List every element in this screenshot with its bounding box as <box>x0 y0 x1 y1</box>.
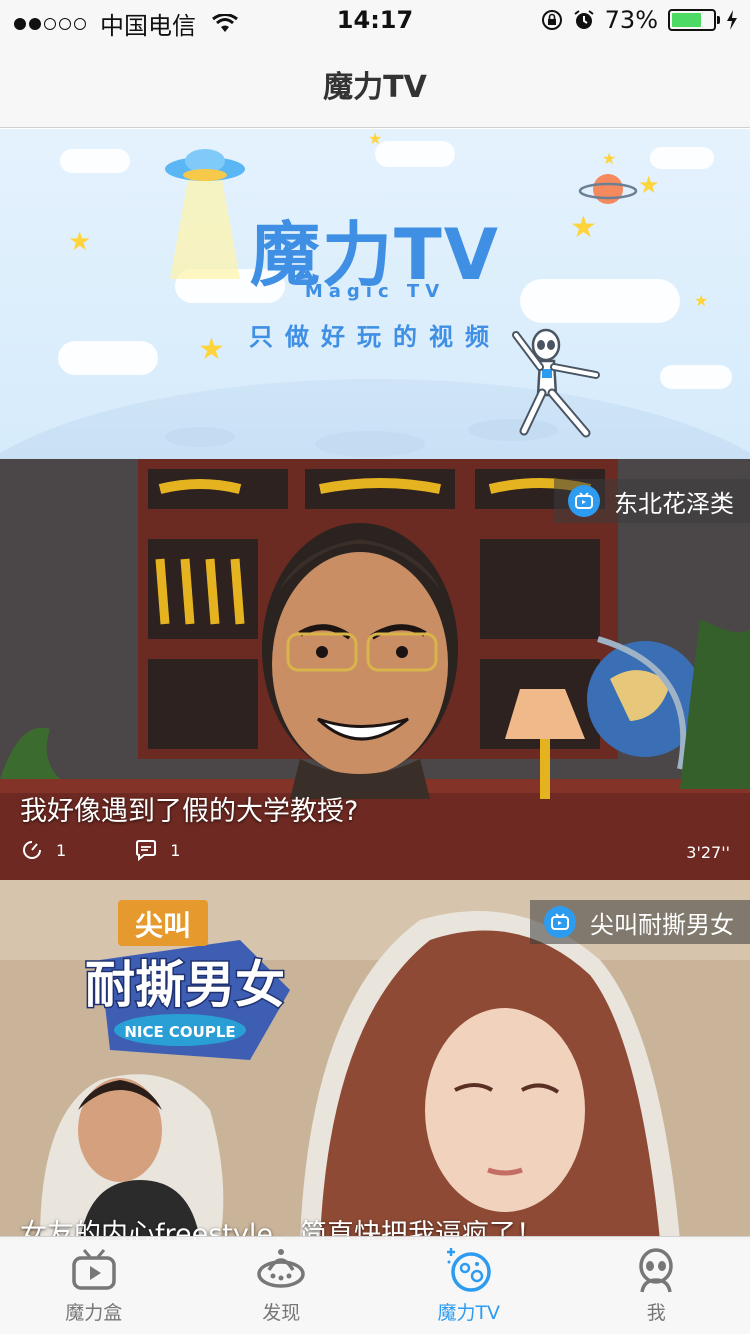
status-right: 73% <box>541 6 738 34</box>
play-count-value: 1 <box>56 840 67 860</box>
tab-magic-tv[interactable]: 魔力TV <box>375 1237 563 1334</box>
video-meta: 1 1 <box>20 838 248 862</box>
star-icon: ★ <box>602 149 617 168</box>
play-count: 1 <box>20 838 66 862</box>
app-screen: 中国电信 14:17 73% 魔力TV ★ ★ ★ ★ ★ ★ ★ 魔力TV M… <box>0 0 750 1334</box>
tab-label: 我 <box>646 1302 666 1324</box>
show-logo-top: 尖叫 <box>135 909 191 942</box>
show-logo-main: 耐撕男女 <box>85 956 285 1014</box>
star-icon: ★ <box>368 129 383 148</box>
crater-decoration <box>165 427 235 447</box>
tab-label: 魔力TV <box>437 1302 501 1324</box>
page-title: 魔力TV <box>323 69 427 105</box>
comment-icon <box>136 840 157 862</box>
channel-tag[interactable]: 尖叫耐撕男女 <box>530 900 750 944</box>
ufo-icon <box>257 1249 305 1288</box>
channel-name: 尖叫耐撕男女 <box>590 910 734 939</box>
tab-label: 发现 <box>262 1302 301 1324</box>
channel-tag[interactable]: 东北花泽类 <box>554 479 750 523</box>
show-logo-en: NICE COUPLE <box>124 1023 235 1041</box>
navigation-bar: 魔力TV <box>0 40 750 128</box>
battery-percent: 73% <box>604 6 658 34</box>
crater-decoration <box>315 431 425 457</box>
video-card[interactable]: 尖叫 耐撕男女 NICE COUPLE 尖叫耐撕男女 女友的内心freestyl… <box>0 880 750 1240</box>
banner-slogan: 只做好玩的视频 <box>249 323 501 351</box>
channel-tv-icon <box>568 485 600 517</box>
tab-magic-box[interactable]: 魔力盒 <box>0 1237 188 1334</box>
video-title: 我好像遇到了假的大学教授? <box>20 796 359 827</box>
tab-label: 魔力盒 <box>65 1302 123 1324</box>
cloud-decoration <box>60 149 130 173</box>
video-card[interactable]: 东北花泽类 我好像遇到了假的大学教授? 1 1 3'27'' <box>0 459 750 880</box>
alarm-icon <box>574 10 594 29</box>
video-duration: 3'27'' <box>686 843 730 862</box>
alien-mascot-icon <box>512 328 600 438</box>
channel-name: 东北花泽类 <box>614 489 734 518</box>
cloud-decoration <box>660 365 732 389</box>
tv-box-icon <box>72 1249 116 1290</box>
tab-bar: 魔力盒 发现 魔力TV 我 <box>0 1236 750 1334</box>
comment-count-value: 1 <box>170 840 181 860</box>
play-count-icon <box>23 841 41 859</box>
star-icon: ★ <box>638 171 660 199</box>
cloud-decoration <box>650 147 714 169</box>
battery-icon <box>668 9 720 31</box>
magic-tv-banner[interactable]: ★ ★ ★ ★ ★ ★ ★ 魔力TV Magic TV 只做好玩的视频 <box>0 129 750 459</box>
cloud-decoration <box>375 141 455 167</box>
tab-me[interactable]: 我 <box>563 1237 750 1334</box>
channel-tv-icon <box>544 906 576 938</box>
status-bar: 中国电信 14:17 73% <box>0 0 750 40</box>
planet-icon <box>446 1248 491 1292</box>
alien-icon <box>639 1248 673 1293</box>
battery-level <box>672 13 702 27</box>
orientation-lock-icon <box>541 10 562 30</box>
charging-bolt-icon <box>727 10 737 30</box>
tab-discover[interactable]: 发现 <box>188 1237 376 1334</box>
banner-subtitle: Magic TV <box>304 281 446 302</box>
comment-count: 1 <box>134 838 180 862</box>
